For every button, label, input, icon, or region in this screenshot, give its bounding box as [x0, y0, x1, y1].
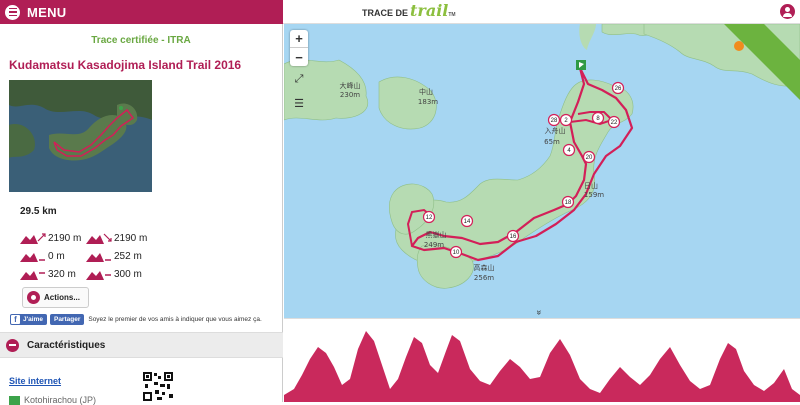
marker-label: 18	[565, 200, 572, 206]
hill-4-alt: 159m	[584, 191, 604, 199]
itra-marker-icon	[734, 41, 744, 51]
elevation-chart	[284, 331, 800, 402]
zoom-out-button[interactable]: −	[290, 48, 308, 66]
marker-label: 14	[464, 219, 471, 225]
qr-code	[143, 372, 205, 402]
elevation-gain-icon	[20, 233, 46, 244]
minus-icon	[6, 338, 19, 352]
hill-4-name: 日山	[584, 181, 598, 190]
top-bar: MENU TRACE DE trail TM	[0, 0, 800, 24]
stat-mean-altitude: 300 m	[86, 268, 142, 280]
brand-script: trail	[410, 1, 449, 20]
hill-5-alt: 249m	[424, 241, 444, 249]
marker-label: 26	[615, 86, 622, 92]
hill-1-name: 大峰山	[340, 81, 361, 90]
facebook-icon: f	[11, 315, 20, 324]
max-altitude-value: 320 m	[48, 268, 76, 280]
share-label: Partager	[53, 316, 81, 323]
marker-label: 12	[426, 215, 433, 221]
stat-elevation-gain: 2190 m	[20, 232, 81, 244]
min-end-value: 252 m	[114, 250, 142, 262]
social-bar: f J'aime Partager Soyez le premier de vo…	[10, 314, 262, 325]
elevation-loss-icon	[86, 233, 112, 244]
mean-altitude-value: 300 m	[114, 268, 142, 280]
hill-6-alt: 256m	[474, 274, 494, 282]
zoom-in-button[interactable]: +	[290, 30, 308, 48]
marker-label: 16	[510, 234, 517, 240]
actions-label: Actions...	[44, 293, 81, 302]
stat-max-altitude: 320 m	[20, 268, 76, 280]
brand-logo[interactable]: TRACE DE trail TM	[362, 3, 456, 19]
elevation-gain-value: 2190 m	[48, 232, 82, 244]
fullscreen-icon[interactable]: ⤢	[290, 70, 308, 88]
marker-label: 20	[586, 155, 593, 161]
menu-label: MENU	[27, 4, 67, 20]
social-text: Soyez le premier de vos amis à indiquer …	[88, 316, 262, 323]
map-canvas: 26 28 2 8 22 4 20 18 14 12 16 10 大峰山 230…	[284, 24, 800, 318]
route-thumbnail[interactable]	[9, 80, 152, 192]
like-label: J'aime	[23, 316, 43, 323]
zoom-control: + −	[290, 30, 308, 66]
hill-5-name: 黒嶽山	[426, 230, 447, 239]
race-title: Kudamatsu Kasadojima Island Trail 2016	[9, 58, 242, 72]
brand-tm: TM	[448, 12, 456, 18]
hill-3-alt: 65m	[544, 138, 560, 146]
elevation-loss-value: 2190 m	[114, 232, 148, 244]
altitude-min-icon	[20, 253, 45, 262]
thumbnail-image	[9, 80, 152, 192]
facebook-share-button[interactable]: Partager	[49, 314, 85, 325]
country-flag-icon	[9, 395, 20, 405]
altitude-mean-icon	[86, 271, 111, 280]
stat-elevation-loss: 2190 m	[86, 232, 147, 244]
hill-3-name: 入舟山	[545, 126, 566, 135]
race-panel: Trace certifiée - ITRA Kudamatsu Kasadoj…	[0, 24, 283, 405]
certification-label: Trace certifiée - ITRA	[91, 35, 191, 46]
website-link[interactable]: Site internet	[9, 376, 61, 386]
race-location: Kotohirachou (JP)	[9, 395, 96, 405]
elevation-area	[284, 331, 800, 402]
section-title: Caractéristiques	[27, 339, 106, 351]
menu-button[interactable]: MENU	[0, 0, 283, 24]
hill-1-alt: 230m	[340, 91, 360, 99]
hill-2-name: 中山	[419, 87, 433, 96]
elevation-profile[interactable]	[284, 318, 800, 402]
brand-prefix: TRACE DE	[362, 8, 409, 18]
user-icon[interactable]	[780, 4, 795, 19]
facebook-like-button[interactable]: f J'aime	[10, 314, 47, 325]
marker-label: 10	[453, 250, 460, 256]
location-text: Kotohirachou (JP)	[24, 395, 97, 405]
altitude-max-icon	[20, 271, 45, 280]
hill-6-name: 高森山	[474, 263, 495, 272]
marker-label: 28	[551, 118, 558, 124]
min-start-value: 0 m	[48, 250, 65, 262]
section-header-characteristics[interactable]: Caractéristiques	[0, 332, 283, 358]
distance-value: 29.5 km	[20, 206, 57, 217]
gear-icon	[27, 291, 40, 304]
marker-label: 22	[611, 120, 618, 126]
altitude-end-icon	[86, 253, 111, 262]
map-view[interactable]: 26 28 2 8 22 4 20 18 14 12 16 10 大峰山 230…	[284, 24, 800, 318]
stat-min-end: 252 m	[86, 250, 142, 262]
layers-icon[interactable]: ☰	[290, 94, 308, 112]
hill-2-alt: 183m	[418, 98, 438, 106]
hamburger-icon	[5, 4, 20, 20]
stat-min-start: 0 m	[20, 250, 65, 262]
actions-button[interactable]: Actions...	[22, 287, 89, 308]
